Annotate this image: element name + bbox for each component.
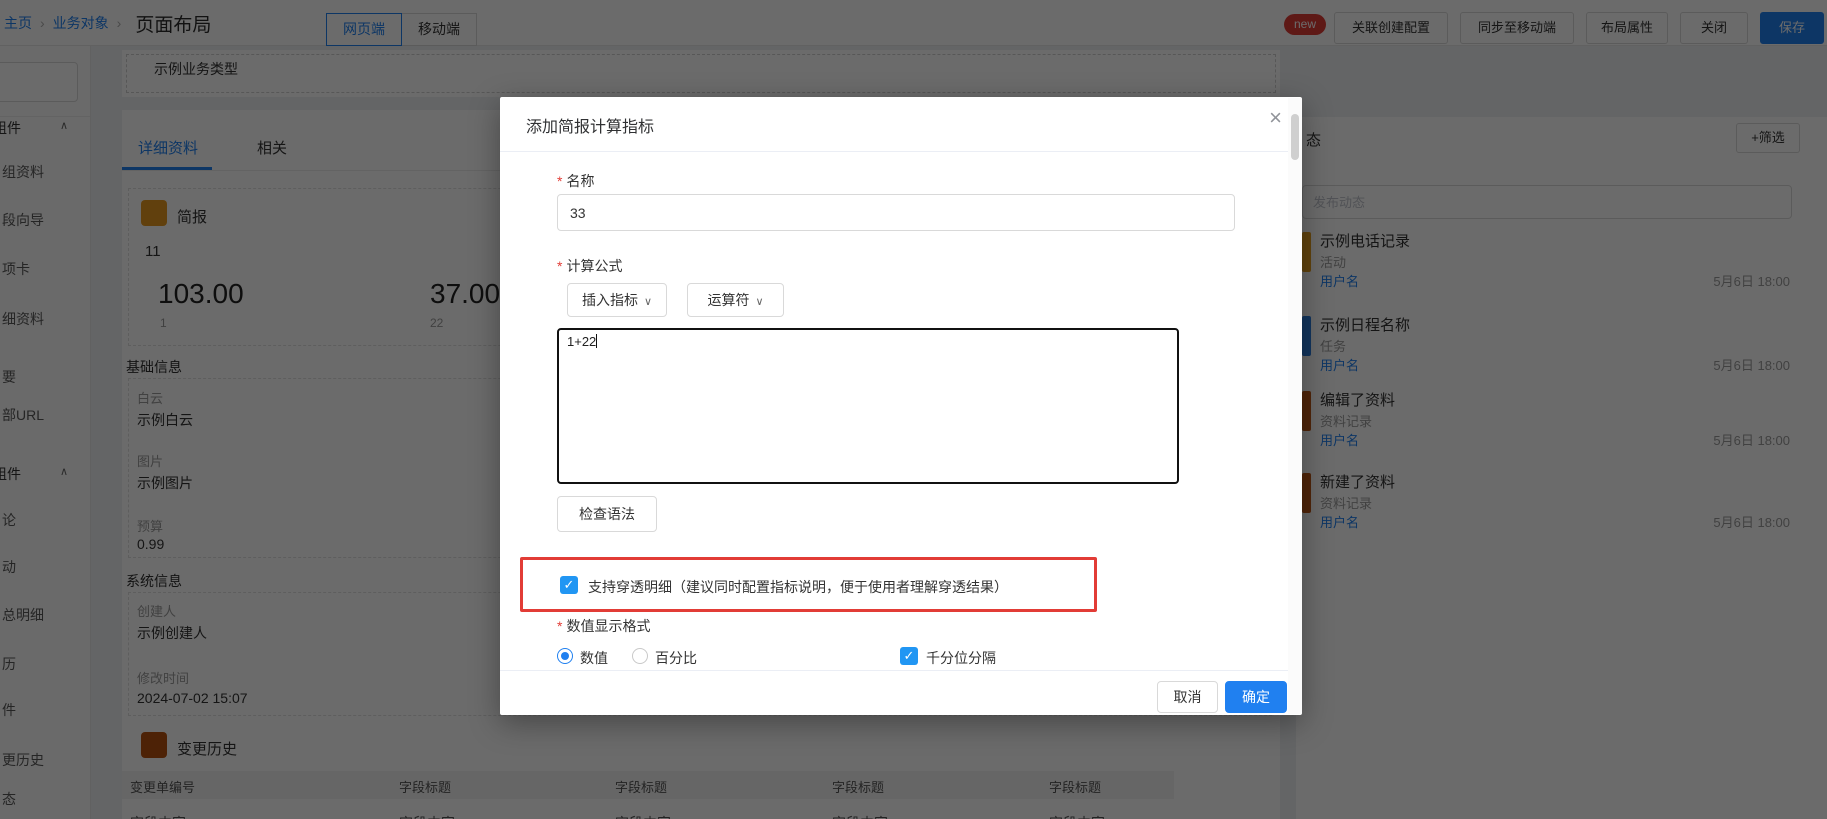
thousand-separator-label: 千分位分隔 xyxy=(926,648,996,668)
operator-dropdown[interactable]: 运算符∨ xyxy=(687,283,784,317)
radio-percent-label: 百分比 xyxy=(655,648,697,668)
required-icon: * xyxy=(557,173,562,189)
radio-number-label: 数值 xyxy=(580,648,608,668)
name-field-label: *名称 xyxy=(557,171,594,191)
annotation-highlight-box: ✓ 支持穿透明细（建议同时配置指标说明，便于使用者理解穿透结果） xyxy=(520,557,1097,612)
chevron-down-icon: ∨ xyxy=(755,296,763,308)
modal-scrollbar-thumb[interactable] xyxy=(1291,114,1299,160)
dialog-header: 添加简报计算指标 × xyxy=(500,97,1302,152)
drill-through-checkbox[interactable]: ✓ xyxy=(560,576,578,594)
formula-field-label: *计算公式 xyxy=(557,256,622,276)
close-icon[interactable]: × xyxy=(1269,107,1282,129)
drill-through-label: 支持穿透明细（建议同时配置指标说明，便于使用者理解穿透结果） xyxy=(588,577,1008,597)
check-syntax-button[interactable]: 检查语法 xyxy=(557,496,657,532)
cancel-button[interactable]: 取消 xyxy=(1157,681,1218,713)
dialog-title: 添加简报计算指标 xyxy=(526,113,654,137)
radio-number-format[interactable] xyxy=(557,648,573,664)
page-layout-editor: 主页 › 业务对象 › 页面布局 网页端 移动端 new 关联创建配置 同步至移… xyxy=(0,0,1827,819)
checkmark-icon: ✓ xyxy=(564,577,575,592)
checkmark-icon: ✓ xyxy=(904,648,915,663)
chevron-down-icon: ∨ xyxy=(644,296,652,308)
format-field-label: *数值显示格式 xyxy=(557,616,650,636)
required-icon: * xyxy=(557,618,562,634)
radio-percent-format[interactable] xyxy=(632,648,648,664)
modal-scrollbar-track[interactable] xyxy=(1288,98,1302,714)
required-icon: * xyxy=(557,258,562,274)
name-input[interactable] xyxy=(557,194,1235,231)
thousand-separator-checkbox[interactable]: ✓ xyxy=(900,647,918,665)
dialog-footer: 取消 确定 xyxy=(500,670,1302,715)
add-brief-metric-dialog: 添加简报计算指标 × *名称 *计算公式 插入指标∨ 运算符∨ 1+22 检查语… xyxy=(500,97,1302,715)
confirm-button[interactable]: 确定 xyxy=(1225,681,1287,713)
insert-metric-dropdown[interactable]: 插入指标∨ xyxy=(567,283,667,317)
formula-textarea[interactable]: 1+22 xyxy=(557,328,1179,484)
text-cursor xyxy=(596,334,597,348)
